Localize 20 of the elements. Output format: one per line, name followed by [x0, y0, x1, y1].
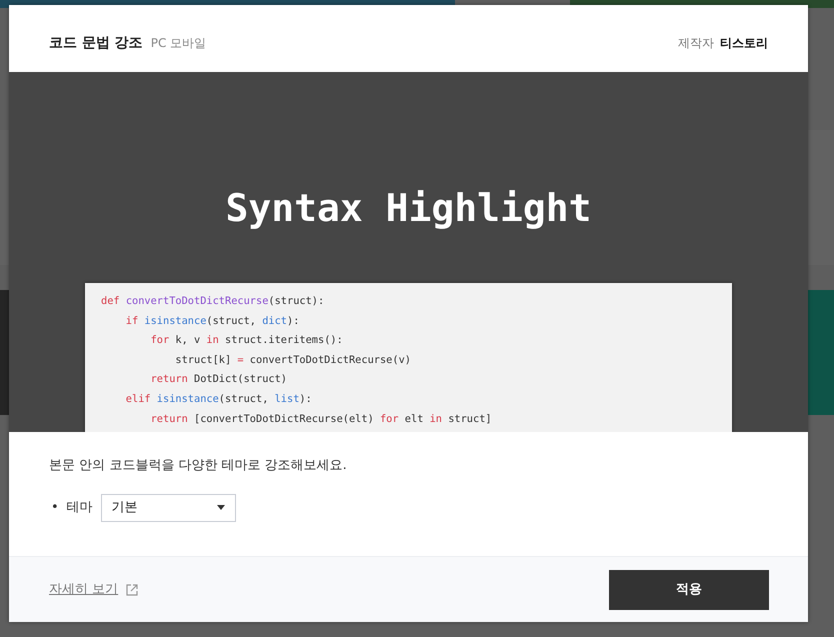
code-line: def convertToDotDictRecurse(struct): — [101, 294, 326, 309]
external-link-icon — [126, 584, 138, 596]
maker-label: 제작자 — [678, 36, 714, 50]
code-line: struct[k] = convertToDotDictRecurse(v) — [174, 352, 412, 368]
preview-heading: Syntax Highlight — [225, 185, 592, 232]
code-line: for k, v in struct.iteritems(): — [150, 333, 344, 348]
maker-name: 티스토리 — [720, 36, 768, 50]
platform-label: PC 모바일 — [150, 36, 206, 50]
code-line: if isinstance(struct, dict): — [124, 314, 300, 329]
description-text: 본문 안의 코드블럭을 다양한 테마로 강조해보세요. — [49, 457, 348, 475]
code-line: return [convertToDotDictRecurse(elt) for elt in struct] — [150, 412, 493, 427]
bullet: • — [51, 498, 59, 517]
theme-dropdown[interactable]: 기본 — [100, 494, 236, 522]
apply-button[interactable]: 적용 — [609, 570, 769, 610]
modal-title: 코드 문법 강조 — [49, 35, 143, 51]
code-line: elif isinstance(struct, list): — [124, 392, 313, 407]
caret-icon — [216, 505, 225, 510]
more-info-link[interactable]: 자세히 보기 — [49, 580, 118, 600]
option-label: 테마 — [66, 498, 93, 517]
code-line: return DotDict(struct) — [150, 372, 288, 388]
